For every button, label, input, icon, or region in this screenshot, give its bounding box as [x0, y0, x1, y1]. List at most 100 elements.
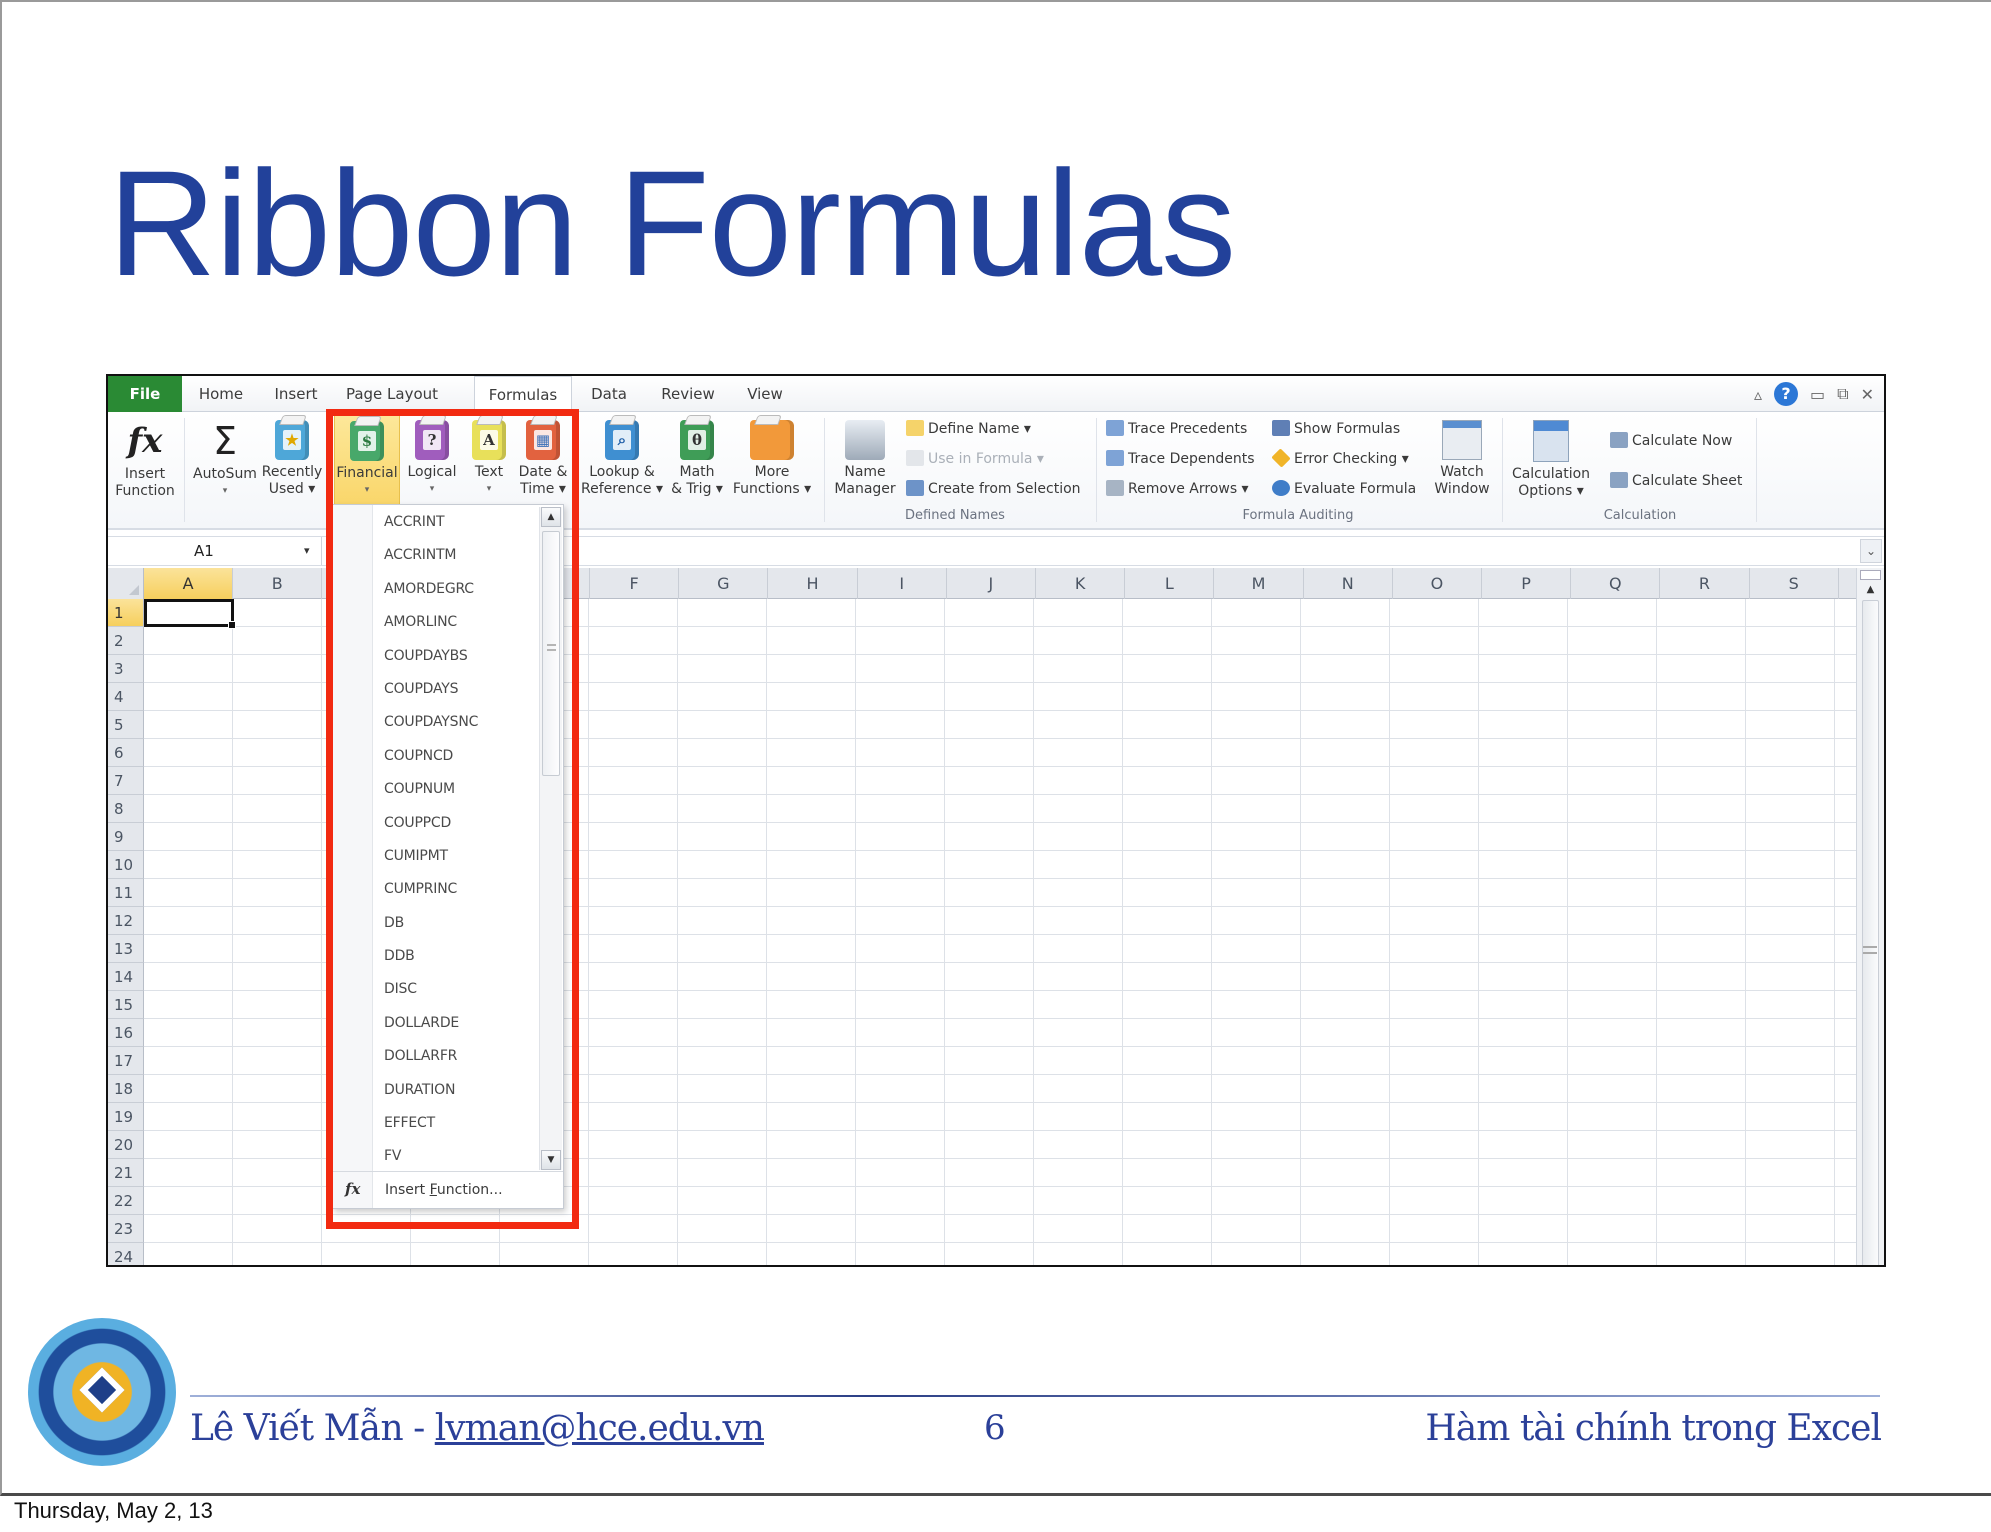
column-header-s[interactable]: S	[1750, 568, 1839, 599]
row-header-13[interactable]: 13	[108, 935, 144, 963]
function-item-coupdaysnc[interactable]: COUPDAYSNC	[374, 705, 539, 738]
row-header-17[interactable]: 17	[108, 1047, 144, 1075]
active-cell-a1[interactable]	[144, 599, 236, 629]
scroll-up-icon[interactable]: ▲	[1860, 584, 1881, 595]
row-header-14[interactable]: 14	[108, 963, 144, 991]
function-item-amorlinc[interactable]: AMORLINC	[374, 605, 539, 638]
function-item-fv[interactable]: FV	[374, 1139, 539, 1172]
tab-insert[interactable]: Insert	[260, 376, 332, 412]
column-header-p[interactable]: P	[1482, 568, 1572, 599]
select-all-corner[interactable]	[108, 568, 144, 599]
trace-precedents-button[interactable]: Trace Precedents	[1106, 418, 1247, 440]
row-header-10[interactable]: 10	[108, 851, 144, 879]
row-header-5[interactable]: 5	[108, 711, 144, 739]
dropdown-scroll-down-icon[interactable]: ▼	[541, 1150, 561, 1170]
column-header-f[interactable]: F	[590, 568, 680, 599]
show-formulas-button[interactable]: Show Formulas	[1272, 418, 1400, 440]
scrollbar-thumb[interactable]	[1862, 600, 1879, 1265]
row-header-12[interactable]: 12	[108, 907, 144, 935]
row-header-9[interactable]: 9	[108, 823, 144, 851]
column-header-j[interactable]: J	[947, 568, 1036, 599]
function-item-cumprinc[interactable]: CUMPRINC	[374, 872, 539, 905]
row-header-15[interactable]: 15	[108, 991, 144, 1019]
function-item-effect[interactable]: EFFECT	[374, 1106, 539, 1139]
function-item-dollarde[interactable]: DOLLARDE	[374, 1006, 539, 1039]
error-checking-button[interactable]: Error Checking ▾	[1271, 448, 1409, 470]
tab-data[interactable]: Data	[576, 376, 642, 412]
restore-window-icon[interactable]: ⧉	[1837, 384, 1848, 404]
name-box[interactable]: A1	[108, 537, 322, 565]
date-time-button[interactable]: ▦ Date & Time ▾	[516, 414, 570, 506]
split-box[interactable]	[1860, 570, 1881, 580]
row-header-16[interactable]: 16	[108, 1019, 144, 1047]
row-header-1[interactable]: 1	[108, 599, 144, 627]
function-item-accrint[interactable]: ACCRINT	[374, 505, 539, 538]
calculate-now-button[interactable]: Calculate Now	[1610, 430, 1732, 452]
function-item-ddb[interactable]: DDB	[374, 939, 539, 972]
function-item-db[interactable]: DB	[374, 906, 539, 939]
name-box-dropdown-icon[interactable]: ▾	[304, 537, 310, 565]
function-item-cumipmt[interactable]: CUMIPMT	[374, 839, 539, 872]
row-header-24[interactable]: 24	[108, 1243, 144, 1265]
financial-button[interactable]: $ Financial ▾	[334, 414, 400, 506]
more-functions-button[interactable]: More Functions ▾	[730, 414, 814, 506]
column-header-g[interactable]: G	[679, 568, 769, 599]
column-header-l[interactable]: L	[1125, 568, 1215, 599]
minimize-window-icon[interactable]: ▭	[1810, 385, 1825, 404]
row-header-23[interactable]: 23	[108, 1215, 144, 1243]
vertical-scrollbar[interactable]: ▲	[1856, 568, 1884, 1265]
row-header-21[interactable]: 21	[108, 1159, 144, 1187]
row-header-6[interactable]: 6	[108, 739, 144, 767]
row-header-20[interactable]: 20	[108, 1131, 144, 1159]
row-header-8[interactable]: 8	[108, 795, 144, 823]
column-header-h[interactable]: H	[768, 568, 858, 599]
tab-home[interactable]: Home	[182, 376, 260, 412]
column-header-k[interactable]: K	[1036, 568, 1126, 599]
author-email-link[interactable]: lvman@hce.edu.vn	[435, 1408, 765, 1449]
column-header-i[interactable]: I	[858, 568, 947, 599]
create-from-selection-button[interactable]: Create from Selection	[906, 478, 1081, 500]
dropdown-scroll-thumb[interactable]	[542, 531, 560, 776]
use-in-formula-button[interactable]: Use in Formula ▾	[906, 448, 1044, 470]
row-header-19[interactable]: 19	[108, 1103, 144, 1131]
column-header-a[interactable]: A	[144, 568, 234, 599]
calculation-options-button[interactable]: Calculation Options ▾	[1508, 414, 1594, 506]
row-header-2[interactable]: 2	[108, 627, 144, 655]
tab-review[interactable]: Review	[648, 376, 728, 412]
function-item-coupnum[interactable]: COUPNUM	[374, 772, 539, 805]
dropdown-scroll-up-icon[interactable]: ▲	[541, 507, 561, 527]
row-header-11[interactable]: 11	[108, 879, 144, 907]
lookup-reference-button[interactable]: ⌕ Lookup & Reference ▾	[580, 414, 664, 506]
tab-view[interactable]: View	[732, 376, 798, 412]
function-item-coupdays[interactable]: COUPDAYS	[374, 672, 539, 705]
function-item-couppcd[interactable]: COUPPCD	[374, 806, 539, 839]
name-manager-button[interactable]: Name Manager	[830, 414, 900, 506]
dropdown-scrollbar[interactable]: ▲ ▼	[539, 507, 562, 1170]
close-window-icon[interactable]: ✕	[1861, 385, 1874, 404]
expand-formula-bar-icon[interactable]: ⌄	[1860, 539, 1882, 563]
function-item-dollarfr[interactable]: DOLLARFR	[374, 1039, 539, 1072]
tab-file[interactable]: File	[108, 376, 182, 412]
column-header-m[interactable]: M	[1214, 568, 1304, 599]
column-header-q[interactable]: Q	[1571, 568, 1661, 599]
evaluate-formula-button[interactable]: Evaluate Formula	[1272, 478, 1416, 500]
row-header-18[interactable]: 18	[108, 1075, 144, 1103]
help-icon[interactable]: ?	[1774, 382, 1799, 406]
calculate-sheet-button[interactable]: Calculate Sheet	[1610, 470, 1742, 492]
column-header-r[interactable]: R	[1660, 568, 1750, 599]
watch-window-button[interactable]: Watch Window	[1430, 414, 1494, 506]
function-item-coupncd[interactable]: COUPNCD	[374, 739, 539, 772]
function-item-disc[interactable]: DISC	[374, 972, 539, 1005]
insert-function-menu-item[interactable]: fx Insert Function...	[333, 1171, 563, 1208]
recently-used-button[interactable]: ★ Recently Used ▾	[260, 414, 324, 506]
math-trig-button[interactable]: θ Math & Trig ▾	[668, 414, 726, 506]
function-item-duration[interactable]: DURATION	[374, 1073, 539, 1106]
tab-page-layout[interactable]: Page Layout	[332, 376, 452, 412]
column-header-n[interactable]: N	[1304, 568, 1393, 599]
remove-arrows-button[interactable]: Remove Arrows ▾	[1106, 478, 1249, 500]
function-item-accrintm[interactable]: ACCRINTM	[374, 538, 539, 571]
row-header-7[interactable]: 7	[108, 767, 144, 795]
minimize-ribbon-icon[interactable]: ▵	[1754, 385, 1762, 404]
column-header-b[interactable]: B	[233, 568, 323, 599]
row-header-22[interactable]: 22	[108, 1187, 144, 1215]
